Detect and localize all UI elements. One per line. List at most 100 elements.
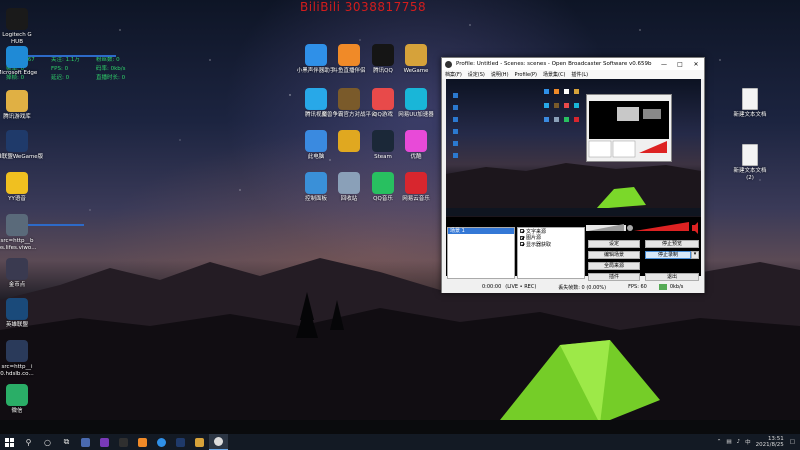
volume-icon[interactable]: ♪ <box>737 439 741 445</box>
sources-list[interactable]: 文字来源 图片源 显示器获取 <box>517 227 585 279</box>
scenes-list[interactable]: 场景 1 <box>447 227 515 279</box>
scenes-title: 场景: <box>447 220 459 226</box>
menu-item-settings[interactable]: 设定(S) <box>468 71 485 78</box>
taskbar-obs-icon[interactable] <box>209 434 228 450</box>
taskbar-app-icon[interactable] <box>190 434 209 450</box>
taskbar-app-icon[interactable] <box>171 434 190 450</box>
netmon-cell: 码率: 0kb/s <box>96 66 126 72</box>
sources-title: 来源: <box>517 220 529 226</box>
menu-item-scene-collection[interactable]: 场景集(C) <box>543 71 565 78</box>
cortana-icon[interactable]: ○ <box>38 434 57 450</box>
text-file-icon <box>742 144 758 166</box>
taskbar-app-icon[interactable] <box>95 434 114 450</box>
desktop-icon[interactable]: 腾讯游戏库 <box>0 90 45 121</box>
desktop-icon[interactable]: Microsoft Edge <box>0 46 45 77</box>
desktop-icon-label: src=http__i 0.hdslb.co... <box>0 364 34 377</box>
desktop-icon-label: WeGame <box>403 68 429 74</box>
netmon-cell: 粉丝数: 0 <box>96 57 120 63</box>
desktop-icon-label: Logitech G HUB <box>2 32 32 45</box>
maximize-icon[interactable]: □ <box>672 61 688 68</box>
obs-logo-icon <box>445 60 452 68</box>
desktop-icon[interactable]: Logitech G HUB <box>0 8 45 46</box>
taskbar-app-icon[interactable] <box>133 434 152 450</box>
menu-item-help[interactable]: 说明(H) <box>491 71 509 78</box>
taskbar-app-icon[interactable] <box>76 434 95 450</box>
edit-scene-button[interactable]: 编辑场景 <box>588 251 640 259</box>
desktop-icon-label: 网易UU加速器 <box>398 112 434 118</box>
obs-status-bar: 0:00:00 (LIVE • REC) 丢失帧数: 0 (0.00%) FPS… <box>442 281 704 293</box>
desktop-icon[interactable]: 英雄联盟WeGame版 <box>0 130 45 161</box>
desktop-icon-label: YY语音 <box>8 196 26 202</box>
obs-preview-image <box>446 79 701 217</box>
desktop-icon-label: 此电脑 <box>307 154 325 160</box>
stop-recording-button[interactable]: 停止录制 <box>645 251 691 259</box>
desktop-icon[interactable]: 网易云音乐 <box>388 172 444 203</box>
taskbar-app-icon[interactable] <box>152 434 171 450</box>
desktop-icon-label: Microsoft Edge <box>0 70 38 76</box>
menu-item-profile[interactable]: Profile(P) <box>515 72 537 78</box>
preview-taskbar <box>446 208 701 216</box>
edge-icon <box>6 46 28 68</box>
desktop-icon[interactable]: YY语音 <box>0 172 45 203</box>
obs-preview-area[interactable]: 场景: 场景 1 来源: 文字来源 图片源 显示器获取 设定 停止预览 编辑场景… <box>446 79 701 281</box>
audio-meters <box>586 222 698 234</box>
notification-icon[interactable]: □ <box>790 439 795 445</box>
stop-preview-button[interactable]: 停止预览 <box>645 240 699 248</box>
desktop-icon[interactable]: 微信 <box>0 384 45 415</box>
minimize-icon[interactable]: — <box>656 61 672 68</box>
desktop-icon[interactable]: 金币点 <box>0 258 45 289</box>
scene-item-1[interactable]: 场景 1 <box>448 228 514 234</box>
desktop-icon[interactable]: src=http__b bs.lifes.viwo... <box>0 214 45 252</box>
desktop-icon[interactable]: 网易UU加速器 <box>388 88 444 119</box>
netmon-cell: 直播时长: 0 <box>96 75 126 81</box>
status-bitrate: 0kb/s <box>669 284 684 290</box>
checkbox-icon[interactable] <box>520 235 524 240</box>
netmon-cell: FPS: 0 <box>51 66 69 72</box>
desktop-icon[interactable]: 新建文本文档 (2) <box>722 144 778 182</box>
wechat-icon <box>6 384 28 406</box>
logitech-g-icon <box>6 8 28 30</box>
desktop-icon[interactable]: 英雄联盟 <box>0 298 45 329</box>
close-icon[interactable]: ✕ <box>688 61 704 68</box>
desktop-icon[interactable]: src=http__i 0.hdslb.co... <box>0 340 45 378</box>
network-icon[interactable]: ▤ <box>726 439 731 445</box>
global-sources-button[interactable]: 全局来源 <box>588 262 640 270</box>
obs-title-bar[interactable]: Profile: Untitled - Scenes: scenes - Ope… <box>442 58 704 70</box>
obs-menu-bar: 档案(F) 设定(S) 说明(H) Profile(P) 场景集(C) 插件(L… <box>442 70 704 79</box>
desktop-icon[interactable]: 优酷 <box>388 130 444 161</box>
wegame-icon <box>405 44 427 66</box>
netease-music-icon <box>405 172 427 194</box>
checkbox-icon[interactable] <box>520 229 524 234</box>
exit-button[interactable]: 退出 <box>645 273 699 281</box>
menu-item-file[interactable]: 档案(F) <box>445 71 462 78</box>
netmon-cell: 延迟: 0 <box>51 75 70 81</box>
checkbox-icon[interactable] <box>520 242 524 247</box>
desktop-icon[interactable]: 新建文本文档 <box>722 88 778 119</box>
folder-icon <box>6 90 28 112</box>
input-method-icon[interactable]: 中 <box>745 438 751 446</box>
status-live: (LIVE • REC) <box>505 284 537 290</box>
obs-window-title: Profile: Untitled - Scenes: scenes - Ope… <box>456 61 652 67</box>
nested-obs-preview <box>586 94 672 162</box>
status-dropped-frames: 丢失帧数: 0 (0.00%) <box>558 284 607 291</box>
task-view-icon[interactable]: ⧉ <box>57 434 76 450</box>
tray-chevron-up-icon[interactable]: ⌃ <box>717 439 722 445</box>
desktop-icon[interactable]: WeGame <box>388 44 444 75</box>
taskbar-clock[interactable]: 13:51 2021/8/25 <box>756 436 784 448</box>
settings-button[interactable]: 设定 <box>588 240 640 248</box>
source-item[interactable]: 显示器获取 <box>518 241 584 248</box>
menu-item-plugins[interactable]: 插件(L) <box>571 71 588 78</box>
start-button[interactable] <box>0 434 19 450</box>
image-file-icon <box>6 258 28 280</box>
search-icon[interactable]: ⚲ <box>19 434 38 450</box>
lol-icon <box>6 130 28 152</box>
windows-logo-icon <box>5 437 14 447</box>
text-file-icon <box>742 88 758 110</box>
plugins-button[interactable]: 插件 <box>588 273 640 281</box>
obs-window[interactable]: Profile: Untitled - Scenes: scenes - Ope… <box>441 57 705 293</box>
watermark-text: BiliBili 3038817758 <box>300 0 427 14</box>
uu-icon <box>405 88 427 110</box>
chevron-down-icon[interactable]: ▾ <box>691 251 699 259</box>
desktop-icon-label: 英雄联盟WeGame版 <box>0 154 44 160</box>
taskbar-app-icon[interactable] <box>114 434 133 450</box>
